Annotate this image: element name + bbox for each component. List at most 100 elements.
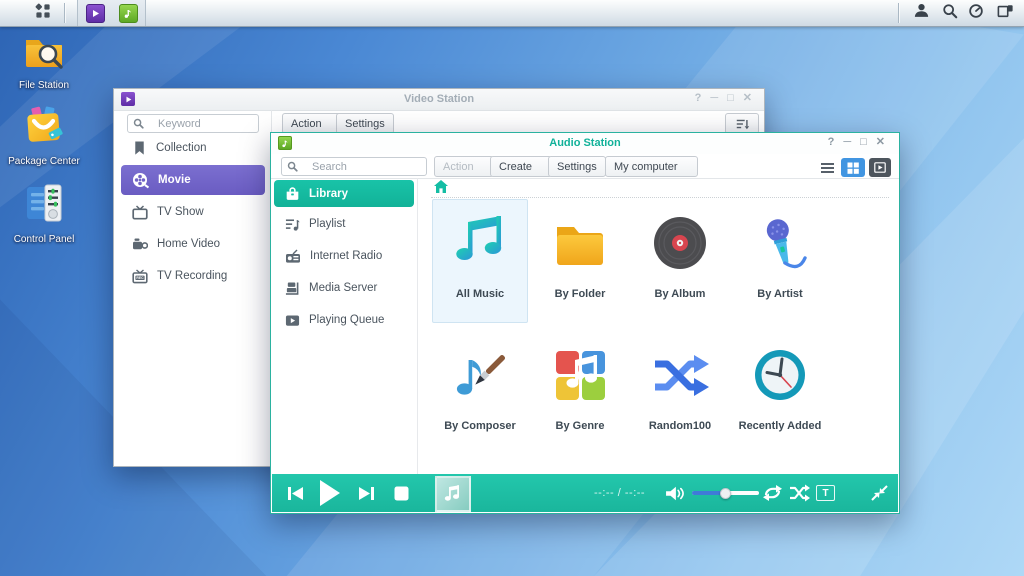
volume-slider[interactable] — [692, 491, 759, 495]
video-settings-button[interactable]: Settings — [336, 113, 394, 134]
vinyl-icon — [651, 200, 709, 288]
tile-recently-added[interactable]: Recently Added — [732, 331, 828, 455]
movie-reel-icon — [132, 172, 149, 189]
sort-icon — [735, 117, 750, 131]
close-icon[interactable]: ✕ — [743, 93, 752, 104]
pilot-view-button[interactable] — [990, 0, 1020, 26]
tile-label: All Music — [456, 288, 504, 301]
grid-view-icon — [847, 162, 859, 174]
camcorder-icon — [132, 237, 148, 252]
close-icon[interactable]: ✕ — [876, 137, 885, 148]
sidebar-item-movie[interactable]: Movie — [121, 165, 265, 195]
tile-by-genre[interactable]: By Genre — [532, 331, 628, 455]
audio-station-window-controls: ? ─ □ ✕ — [828, 137, 885, 148]
user-options-button[interactable] — [906, 0, 936, 26]
video-action-button[interactable]: Action — [282, 113, 342, 134]
music-note-icon — [443, 484, 463, 504]
repeat-icon — [762, 484, 783, 502]
tile-by-folder[interactable]: By Folder — [532, 199, 628, 323]
content-divider — [431, 197, 889, 198]
sidebar-item-internet-radio[interactable]: Internet Radio — [285, 246, 382, 266]
audio-search-input[interactable] — [310, 160, 421, 174]
audio-action-button[interactable]: Action — [434, 156, 494, 177]
video-station-title: Video Station — [114, 93, 764, 105]
audio-settings-button[interactable]: Settings — [548, 156, 606, 177]
desktop-icon-file-station[interactable]: File Station — [0, 32, 88, 92]
main-menu-icon — [35, 3, 51, 24]
volume-knob[interactable] — [720, 488, 731, 499]
playing-queue-icon — [285, 313, 300, 328]
list-view-icon — [820, 162, 835, 174]
search-icon — [942, 3, 958, 24]
audio-create-button[interactable]: Create — [490, 156, 552, 177]
next-button[interactable] — [356, 484, 376, 502]
sidebar-item-media-server[interactable]: Media Server — [285, 278, 377, 298]
sidebar-item-tv-show[interactable]: TV Show — [132, 202, 204, 222]
help-icon[interactable]: ? — [828, 137, 835, 148]
sidebar-item-label: Playlist — [309, 218, 345, 230]
collapse-icon — [870, 484, 889, 502]
video-sort-button[interactable] — [725, 113, 759, 134]
audio-station-titlebar: Audio Station ? ─ □ ✕ — [271, 133, 899, 154]
sidebar-item-library[interactable]: Library — [274, 180, 414, 207]
video-station-taskbar-button[interactable] — [77, 0, 113, 26]
action-label: Action — [443, 161, 474, 173]
grid-view-button[interactable] — [841, 158, 865, 177]
repeat-button[interactable] — [761, 483, 783, 503]
home-breadcrumb-icon[interactable] — [434, 180, 448, 198]
play-button[interactable] — [316, 479, 344, 507]
tile-all-music[interactable]: All Music — [432, 199, 528, 323]
pilot-view-icon — [997, 3, 1014, 24]
volume-button[interactable] — [664, 484, 686, 502]
album-art-thumbnail[interactable] — [435, 476, 471, 512]
my-computer-button[interactable]: My computer — [605, 156, 698, 177]
folder-icon — [551, 200, 609, 288]
genre-icon — [551, 332, 609, 420]
tile-by-artist[interactable]: By Artist — [732, 199, 828, 323]
minimize-icon[interactable]: ─ — [710, 93, 718, 104]
taskbar-divider — [898, 3, 899, 23]
stop-button[interactable] — [392, 485, 410, 501]
minimize-player-button[interactable] — [868, 483, 890, 503]
internet-radio-icon — [285, 249, 301, 264]
sidebar-item-collection[interactable]: Collection — [132, 138, 207, 158]
desktop-icon-label: File Station — [5, 80, 83, 92]
sidebar-item-tv-recording[interactable]: REC TV Recording — [132, 266, 227, 286]
audio-station-taskbar-button[interactable] — [111, 0, 146, 26]
sidebar-item-home-video[interactable]: Home Video — [132, 234, 220, 254]
all-music-icon — [451, 200, 509, 288]
minimize-icon[interactable]: ─ — [843, 137, 851, 148]
desktop-icon-control-panel[interactable]: Control Panel — [0, 182, 88, 246]
list-view-button[interactable] — [815, 158, 839, 177]
lyrics-button[interactable]: T — [816, 485, 835, 501]
sidebar-item-label: Library — [309, 188, 348, 200]
search-icon — [287, 161, 298, 172]
tile-random100[interactable]: Random100 — [632, 331, 728, 455]
player-bar: --:-- / --:-- — [272, 474, 898, 512]
sidebar-item-label: TV Show — [157, 206, 204, 218]
search-button[interactable] — [936, 0, 964, 26]
svg-text:REC: REC — [136, 276, 144, 280]
system-health-button[interactable] — [962, 0, 990, 26]
sidebar-item-playing-queue[interactable]: Playing Queue — [285, 310, 384, 330]
play-view-button[interactable] — [869, 158, 891, 177]
sidebar-item-playlist[interactable]: Playlist — [285, 214, 345, 234]
play-view-icon — [874, 162, 886, 173]
shuffle-icon — [651, 332, 709, 420]
desktop-icon-package-center[interactable]: Package Center — [0, 104, 88, 168]
previous-button[interactable] — [285, 484, 305, 502]
tile-by-album[interactable]: By Album — [632, 199, 728, 323]
create-label: Create — [499, 161, 532, 173]
tile-by-composer[interactable]: By Composer — [432, 331, 528, 455]
tv-icon — [132, 205, 148, 220]
maximize-icon[interactable]: □ — [860, 137, 867, 148]
main-menu-button[interactable] — [22, 0, 64, 26]
video-search-input[interactable] — [156, 117, 253, 131]
tile-label: By Artist — [757, 288, 802, 301]
speaker-icon — [665, 485, 685, 502]
media-server-icon — [285, 281, 300, 296]
help-icon[interactable]: ? — [695, 93, 702, 104]
shuffle-button[interactable] — [788, 483, 810, 503]
maximize-icon[interactable]: □ — [727, 93, 734, 104]
video-station-icon — [86, 4, 105, 23]
